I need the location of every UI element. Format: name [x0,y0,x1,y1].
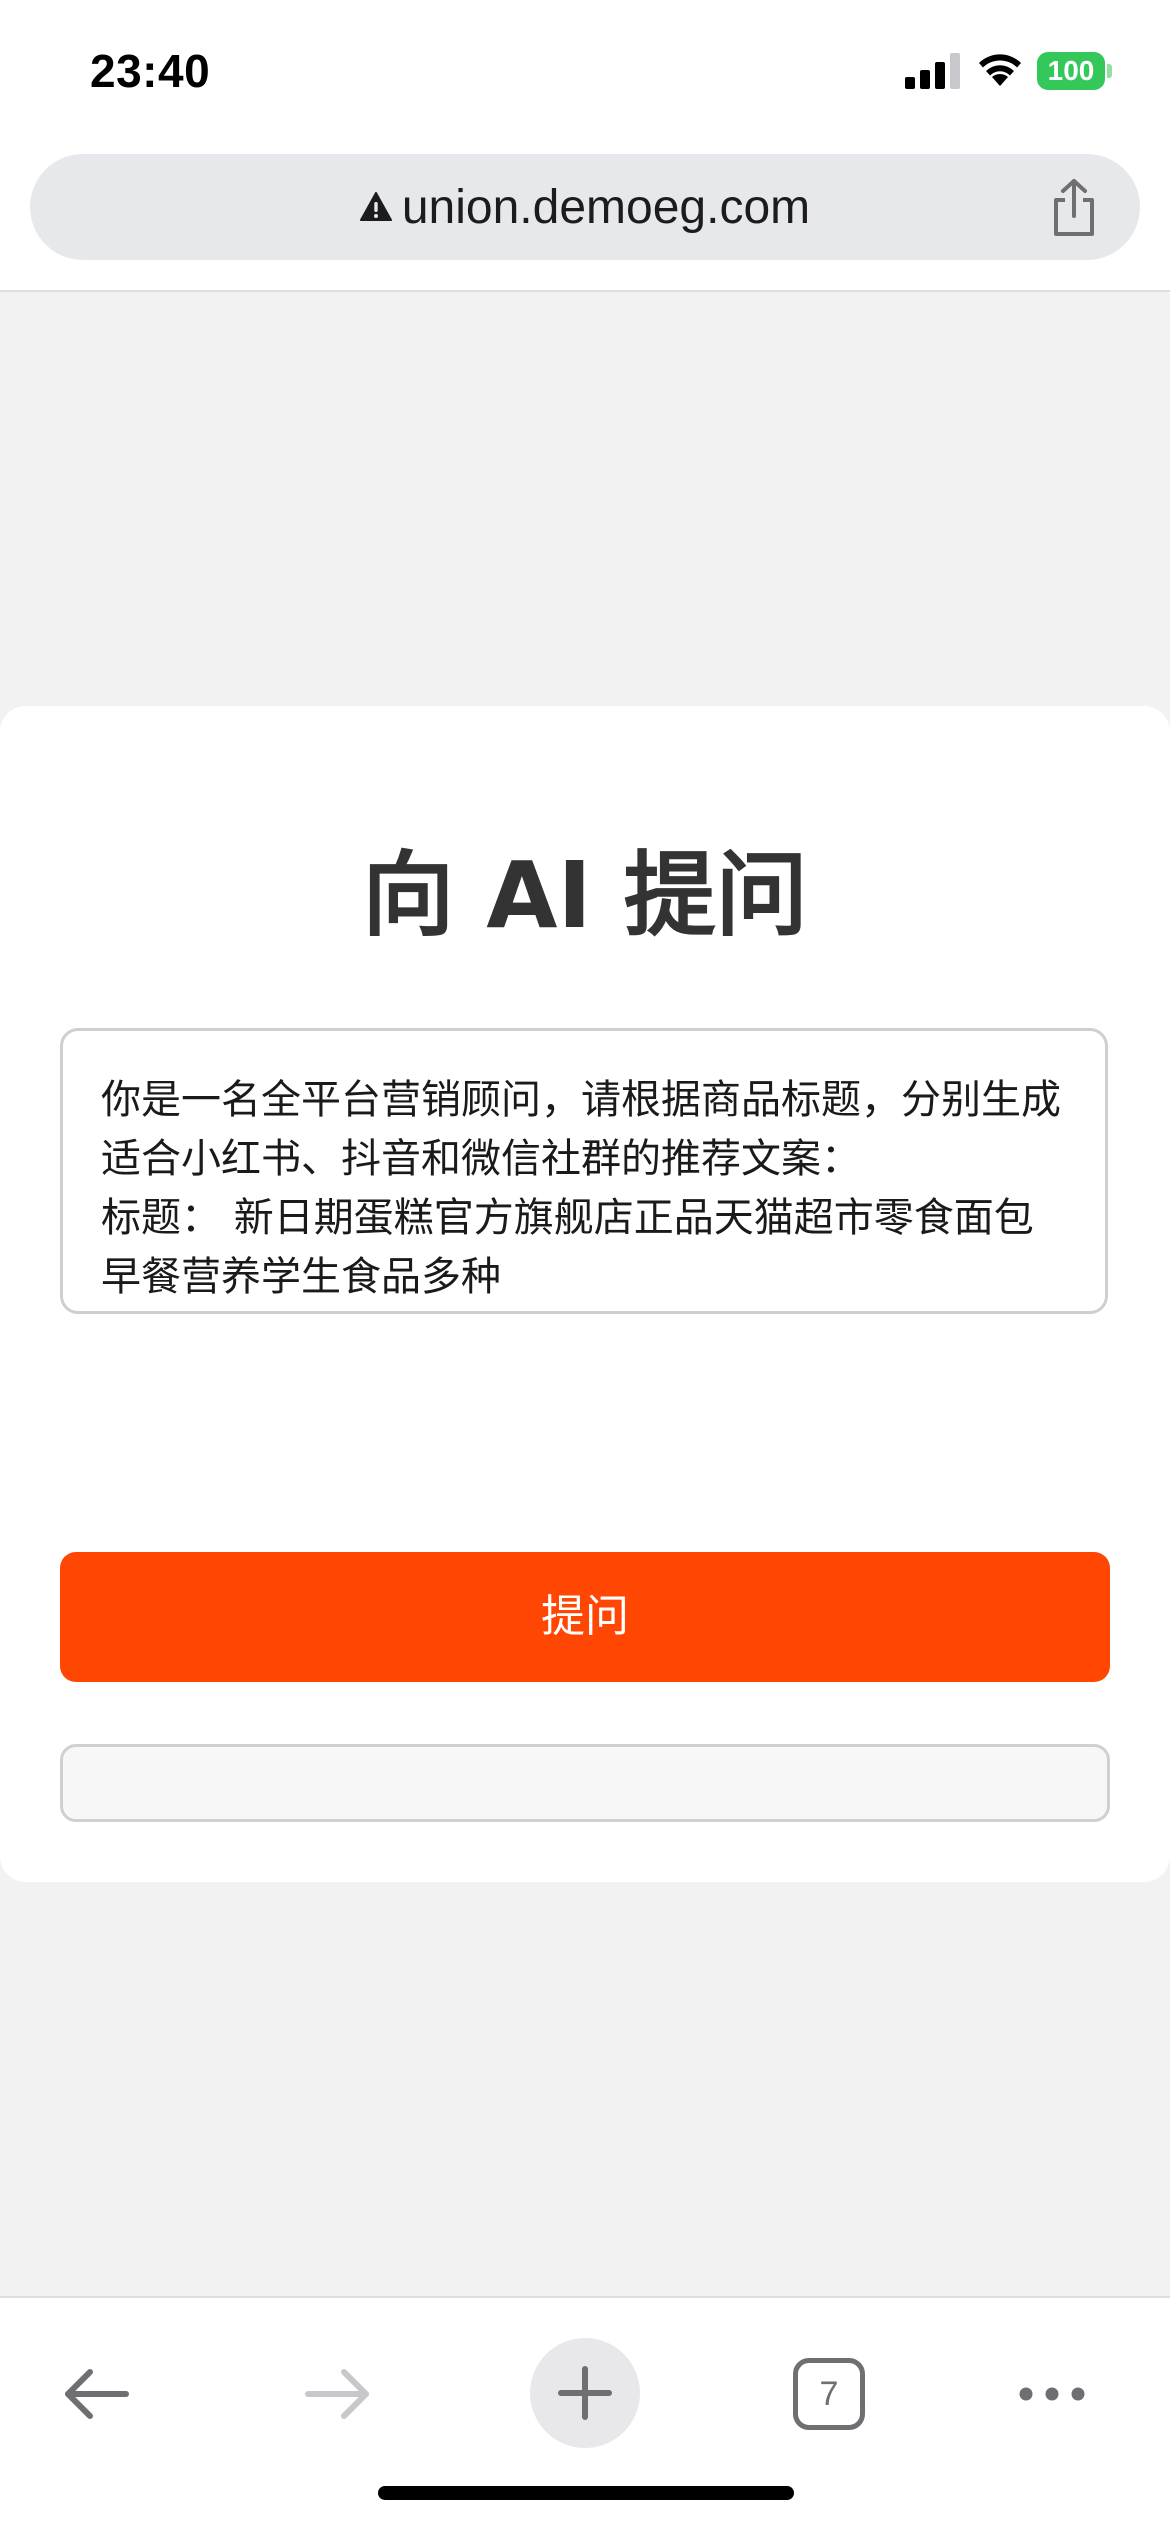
prompt-text: 你是一名全平台营销顾问，请根据商品标题，分别生成适合小红书、抖音和微信社群的推荐… [101,1077,1061,1300]
signal-icon [905,53,960,89]
battery-indicator: 100 [1037,52,1113,90]
new-tab-button[interactable] [530,2338,640,2448]
address-bar[interactable]: union.demoeg.com [30,154,1140,260]
warning-icon[interactable] [359,192,392,222]
plus-icon [558,2366,612,2420]
share-icon[interactable] [1048,178,1100,238]
browser-screen: 23:40 100 union.demoeg.com 向 AI 提问 你是一名全… [0,0,1170,2532]
battery-cap [1107,64,1112,78]
arrow-right-icon[interactable] [302,2364,374,2424]
battery-level: 100 [1047,55,1095,86]
status-bar: 23:40 100 [0,0,1170,150]
ask-button[interactable]: 提问 [60,1552,1110,1682]
status-time: 23:40 [90,45,211,97]
more-dots-icon[interactable] [1016,2382,1088,2406]
arrow-left-icon[interactable] [60,2364,132,2424]
prompt-textarea[interactable]: 你是一名全平台营销顾问，请根据商品标题，分别生成适合小红书、抖音和微信社群的推荐… [60,1028,1108,1314]
page-title: 向 AI 提问 [362,842,808,949]
address-area: union.demoeg.com [0,150,1170,292]
ask-ai-card: 向 AI 提问 你是一名全平台营销顾问，请根据商品标题，分别生成适合小红书、抖音… [0,706,1170,1882]
url-wrap: union.demoeg.com [30,154,1140,260]
answer-output [60,1744,1110,1822]
url-text[interactable]: union.demoeg.com [402,180,810,235]
tabs-count-button[interactable]: 7 [793,2358,865,2430]
home-indicator [378,2486,794,2500]
wifi-icon [979,54,1021,86]
